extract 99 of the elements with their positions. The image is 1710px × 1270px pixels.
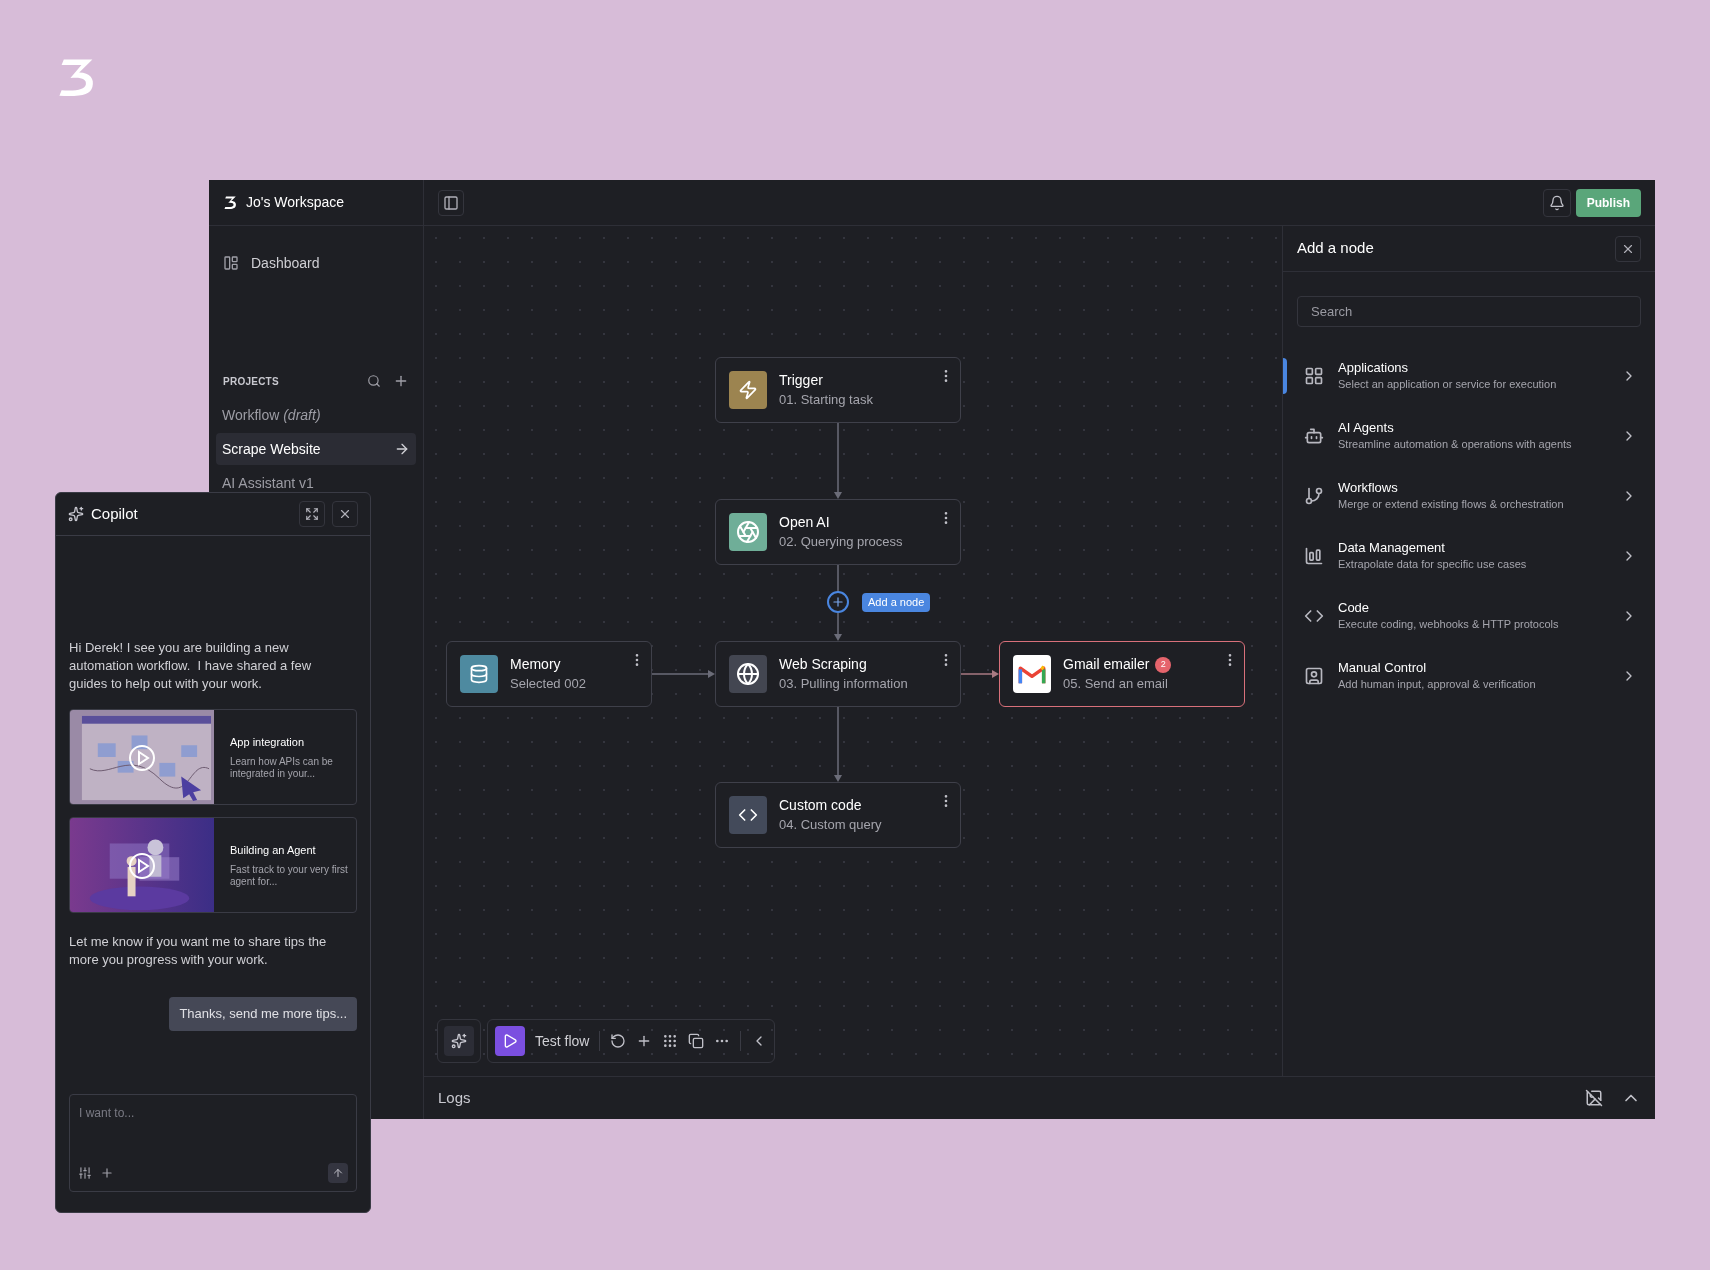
category-item[interactable]: Applications Select an application or service for execution [1283,351,1655,401]
sparkles-icon [68,506,84,522]
database-icon [469,664,489,684]
bell-icon [1548,194,1565,211]
sidebar-toggle-button[interactable] [438,189,464,216]
category-description: Select an application or service for execution [1338,378,1557,392]
user-message: Thanks, send me more tips... [169,997,357,1031]
node-subtitle: 03. Pulling information [779,675,908,692]
test-flow-button[interactable]: Test flow [495,1026,590,1056]
assistant-message: Let me know if you want me to share tips the more you progress with your work. [69,933,328,969]
assistant-message: Hi Derek! I see you are building a new automation workflow. I have shared a few guides to help out with your work. [69,639,313,693]
grid-dots-icon[interactable] [662,1033,679,1049]
notifications-button[interactable] [1542,188,1571,217]
add-icon [831,595,845,609]
category-item[interactable]: Workflows Merge or extend existing flows & orchestration [1283,471,1655,521]
close-button[interactable] [1615,235,1641,262]
play-icon [502,1033,518,1049]
node-subtitle: 05. Send an email [1063,675,1169,692]
add-icon[interactable] [100,1166,114,1180]
layout-icon [223,255,239,271]
node-title: Web Scraping [779,656,867,674]
panel-title: Add a node [1297,238,1374,259]
node-title: Gmail emailer [1063,656,1150,674]
node-title: Trigger [779,372,823,390]
category-title: Applications [1338,360,1410,377]
category-description: Streamline automation & operations with agents [1338,438,1572,452]
node-title: Memory [510,656,561,674]
category-description: Execute coding, webhooks & HTTP protocols [1338,618,1559,632]
node-subtitle: 04. Custom query [779,816,882,833]
guide-card[interactable]: App integration Learn how APIs can be integrated in your... [69,709,357,805]
category-title: Manual Control [1338,660,1428,677]
workflow-node[interactable]: Trigger 01. Starting task [715,357,961,423]
ai-button[interactable] [437,1019,481,1063]
workflow-node[interactable]: Gmail emailer 2 05. Send an email [999,641,1245,707]
play-icon[interactable] [128,852,156,880]
bolt-icon [738,380,758,400]
robot-icon [1304,426,1324,446]
category-item[interactable]: Manual Control Add human input, approval & verification [1283,651,1655,701]
message-input[interactable]: I want to... [69,1094,357,1192]
aperture-icon [736,520,760,544]
category-title: Workflows [1338,480,1399,497]
user-icon [1304,666,1324,686]
close-button[interactable] [332,501,358,527]
category-description: Merge or extend existing flows & orchestration [1338,498,1564,512]
play-icon[interactable] [128,744,156,772]
category-title: Data Management [1338,540,1446,557]
expand-button[interactable] [299,501,325,527]
bar-chart-icon [1304,546,1324,566]
workflow-node[interactable]: Custom code 04. Custom query [715,782,961,848]
guide-description: Learn how APIs can be integrated in your... [230,755,334,780]
guide-title: App integration [230,735,305,751]
copy-icon[interactable] [688,1033,705,1049]
search-icon[interactable] [367,374,381,388]
branch-icon [1304,486,1324,506]
category-title: AI Agents [1338,420,1395,437]
node-subtitle: Selected 002 [510,675,586,692]
sidebar-item[interactable]: Dashboard [216,248,416,278]
projects-heading: PROJECTS [223,374,279,389]
project-item[interactable]: Workflow (draft) [216,399,416,431]
count-badge: 2 [1155,656,1172,673]
rotate-icon[interactable] [610,1033,627,1049]
panel-icon [443,194,459,211]
workflow-node[interactable]: Web Scraping 03. Pulling information [715,641,961,707]
add-node-tooltip: Add a node [862,593,931,612]
category-item[interactable]: Data Management Extrapolate data for specific use cases [1283,531,1655,581]
project-item[interactable]: Scrape Website [216,433,416,465]
connector-arrow [960,670,999,678]
sparkles-icon [451,1033,467,1049]
arrow-right-icon [394,441,410,457]
guide-card[interactable]: Building an Agent Fast track to your very first agent for... [69,817,357,913]
workspace-name[interactable]: Jo's Workspace [246,192,345,213]
close-icon [338,507,352,521]
logs-title: Logs [438,1087,471,1108]
expand-icon [305,507,319,521]
guide-title: Building an Agent [230,843,317,859]
guide-description: Fast track to your very first agent for... [230,863,348,888]
node-title: Custom code [779,797,862,815]
category-title: Code [1338,600,1371,617]
logo-icon [223,195,238,210]
workflow-node[interactable]: Memory Selected 002 [446,641,652,707]
send-button[interactable] [328,1163,348,1183]
node-title: Open AI [779,514,830,532]
node-subtitle: 02. Querying process [779,533,903,550]
search-field[interactable]: Search [1297,296,1641,327]
category-item[interactable]: Code Execute coding, webhooks & HTTP protocols [1283,591,1655,641]
category-description: Add human input, approval & verification [1338,678,1536,692]
copilot-title: Copilot [91,503,138,524]
crossed-image-icon[interactable] [1585,1089,1603,1107]
add-node-button[interactable] [827,591,849,613]
sliders-icon[interactable] [78,1166,92,1180]
globe-icon [736,662,760,686]
workflow-node[interactable]: Open AI 02. Querying process [715,499,961,565]
grid-icon [1304,366,1324,386]
add-icon[interactable] [393,373,409,389]
category-item[interactable]: AI Agents Streamline automation & operations with agents [1283,411,1655,461]
node-subtitle: 01. Starting task [779,391,873,408]
connector-arrow [651,670,715,678]
category-description: Extrapolate data for specific use cases [1338,558,1527,572]
arrow-up-icon [332,1167,344,1179]
